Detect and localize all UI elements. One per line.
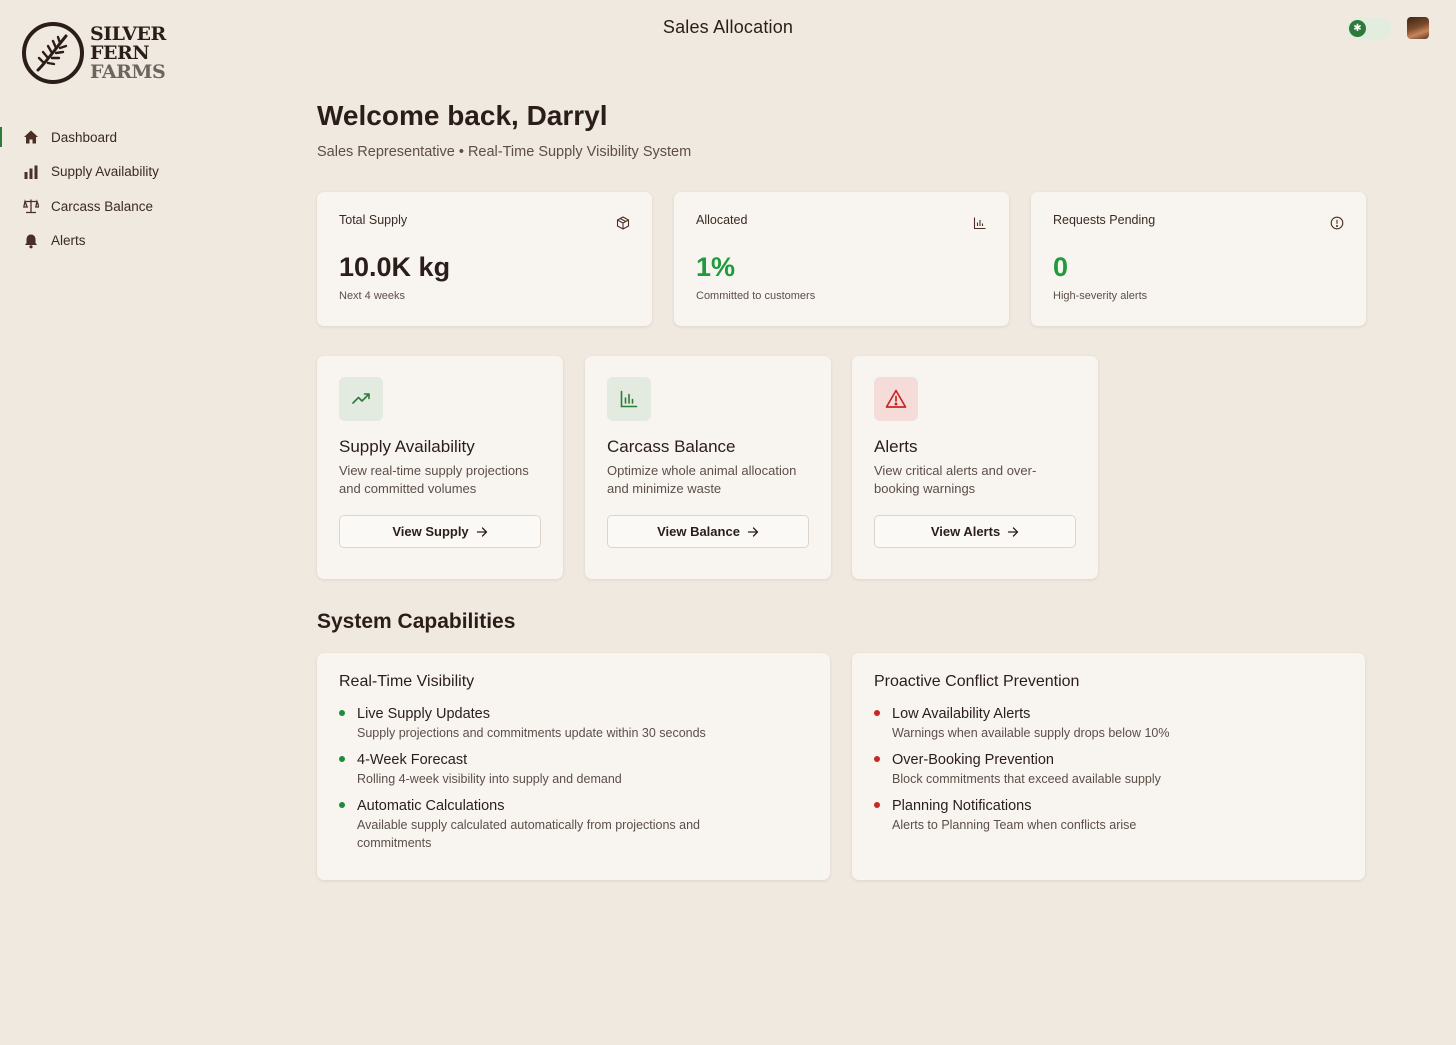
scale-icon [22,197,40,215]
button-label: View Alerts [930,524,1001,539]
list-item-description: Rolling 4-week visibility into supply an… [357,772,622,786]
list-item-description: Block commitments that exceed available … [892,772,1161,786]
sidebar-item-label: Carcass Balance [51,198,154,214]
bullet-icon [874,710,880,716]
stat-note: Committed to customers [696,290,816,302]
sidebar-item-label: Alerts [51,233,86,249]
list-item: Live Supply Updates Supply projections a… [339,705,808,742]
capability-card-real-time-visibility: Real-Time Visibility Live Supply Updates… [317,653,830,880]
home-icon [22,128,40,146]
stat-note: High-severity alerts [1053,290,1148,302]
card-title: Carcass Balance [607,437,736,456]
stat-card-total-supply: Total Supply 10.0K kg Next 4 weeks [317,192,652,326]
page-title: Sales Allocation [662,17,794,37]
warning-triangle-icon [874,377,918,421]
logo-line-3: FARMS [90,60,166,83]
sidebar-item-carcass-balance[interactable]: Carcass Balance [0,189,240,224]
stat-value: 0 [1053,252,1069,282]
list-item-title: Live Supply Updates [357,706,490,722]
card-supply-availability: Supply Availability View real-time suppl… [317,356,563,579]
capability-title: Proactive Conflict Prevention [874,673,1080,690]
stat-label: Allocated [696,213,748,227]
list-item-title: 4-Week Forecast [357,752,468,768]
list-item: Over-Booking Prevention Block commitment… [874,751,1343,788]
bell-icon [22,232,40,250]
capability-card-conflict-prevention: Proactive Conflict Prevention Low Availa… [852,653,1365,880]
bullet-icon [339,756,345,762]
card-description: View critical alerts and over-booking wa… [874,463,1037,496]
welcome-subtitle: Sales Representative • Real-Time Supply … [317,144,692,160]
sidebar-nav: Dashboard Supply Availability Carcass Ba… [0,120,240,258]
sidebar-item-label: Dashboard [51,129,118,145]
bullet-icon [339,802,345,808]
capability-title: Real-Time Visibility [339,673,475,690]
bullet-icon [339,710,345,716]
bar-chart-icon [607,377,651,421]
sidebar-item-label: Supply Availability [51,164,159,180]
bullet-icon [874,802,880,808]
sidebar-item-supply-availability[interactable]: Supply Availability [0,155,240,190]
package-icon [616,216,630,230]
info-circle-icon [1330,216,1344,230]
card-title: Alerts [874,437,918,456]
stat-card-requests-pending: Requests Pending 0 High-severity alerts [1031,192,1366,326]
avatar[interactable] [1407,17,1429,39]
button-label: View Balance [657,524,740,539]
list-item-description: Alerts to Planning Team when conflicts a… [892,818,1137,832]
welcome-heading: Welcome back, Darryl [317,100,608,131]
stat-note: Next 4 weeks [339,290,406,302]
card-carcass-balance: Carcass Balance Optimize whole animal al… [585,356,831,579]
bullet-icon [874,756,880,762]
logo-line-2: FERN [90,41,150,64]
stat-value: 1% [696,252,736,282]
list-item-description: Supply projections and commitments updat… [357,726,706,740]
theme-toggle[interactable]: ✱ [1347,18,1391,39]
bar-chart-icon [973,216,987,230]
bar-chart-icon [22,163,40,181]
list-item: Automatic Calculations Available supply … [339,797,808,852]
arrow-right-icon [476,526,488,538]
card-description: Optimize whole animal allocation and min… [607,463,797,496]
list-item-description: Warnings when available supply drops bel… [892,726,1170,740]
list-item-title: Low Availability Alerts [892,706,1031,722]
list-item-title: Automatic Calculations [357,798,505,814]
button-label: View Supply [392,524,469,539]
card-alerts: Alerts View critical alerts and over-boo… [852,356,1098,579]
stat-card-allocated: Allocated 1% Committed to customers [674,192,1009,326]
arrow-right-icon [1007,526,1019,538]
card-title: Supply Availability [339,437,475,456]
list-item: Low Availability Alerts Warnings when av… [874,705,1343,742]
list-item: 4-Week Forecast Rolling 4-week visibilit… [339,751,808,788]
stat-label: Total Supply [339,213,408,227]
sidebar-item-alerts[interactable]: Alerts [0,224,240,259]
arrow-right-icon [747,526,759,538]
section-title: System Capabilities [317,610,516,633]
sidebar: SILVER FERN FARMS Dashboard Supply Avail… [0,0,240,1045]
sidebar-item-dashboard[interactable]: Dashboard [0,120,240,155]
trending-up-icon [339,377,383,421]
view-alerts-button[interactable]: View Alerts [874,515,1076,548]
list-item-title: Planning Notifications [892,798,1032,814]
card-description: View real-time supply projections and co… [339,463,529,496]
list-item-description: Available supply calculated automaticall… [357,818,701,850]
stat-label: Requests Pending [1053,213,1156,227]
stat-value: 10.0K kg [339,252,451,282]
sun-icon: ✱ [1349,20,1366,37]
view-balance-button[interactable]: View Balance [607,515,809,548]
view-supply-button[interactable]: View Supply [339,515,541,548]
list-item-title: Over-Booking Prevention [892,752,1054,768]
list-item: Planning Notifications Alerts to Plannin… [874,797,1343,834]
